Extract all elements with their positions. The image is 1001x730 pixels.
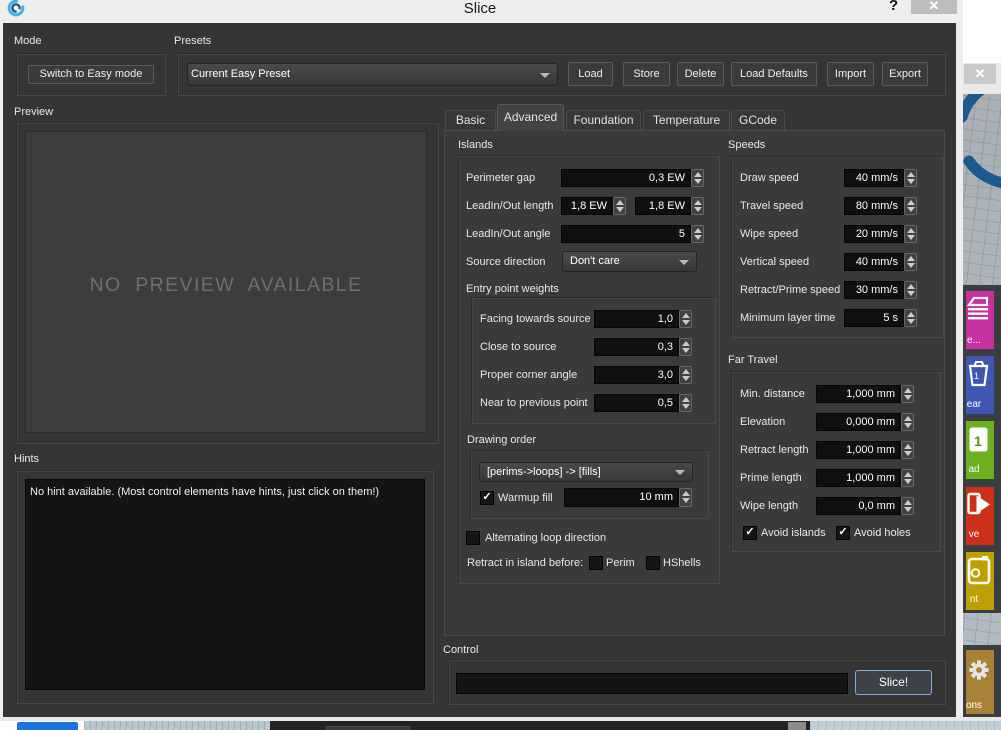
svg-text:1: 1 [974,371,979,381]
svg-text:1: 1 [974,433,982,449]
